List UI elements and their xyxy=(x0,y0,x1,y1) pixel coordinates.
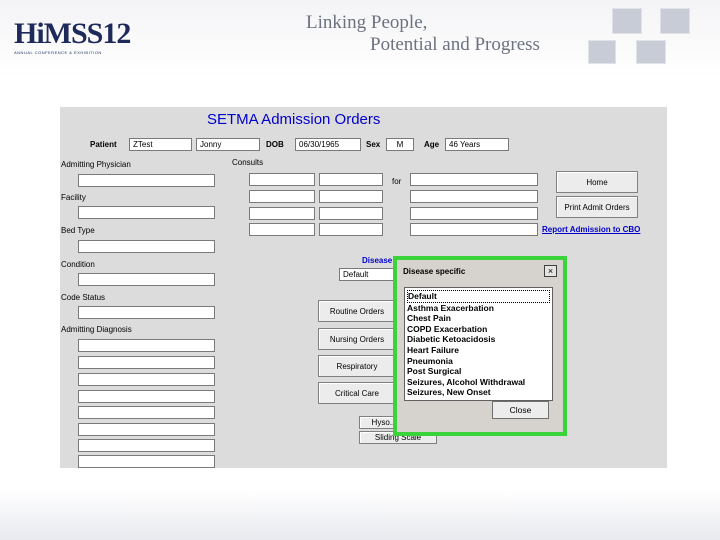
slide-footer xyxy=(0,490,720,540)
list-item[interactable]: Seizures, Alcohol Withdrawal xyxy=(407,377,550,388)
consult-field-6[interactable] xyxy=(319,207,383,220)
consult-field-5[interactable] xyxy=(249,207,315,220)
tagline-line1: Linking People, xyxy=(306,12,428,33)
bed-type-field[interactable] xyxy=(78,240,215,253)
close-button[interactable]: Close xyxy=(492,401,549,419)
list-item[interactable]: Diabetic Ketoacidosis xyxy=(407,334,550,345)
print-admit-orders-button[interactable]: Print Admit Orders xyxy=(556,196,638,218)
consult-field-3[interactable] xyxy=(249,190,315,203)
list-item[interactable]: Seizures, New Onset xyxy=(407,387,550,398)
code-status-label: Code Status xyxy=(61,293,106,302)
admitting-physician-field[interactable] xyxy=(78,174,215,187)
himss-logo: HiMSS12 ANNUAL CONFERENCE & EXHIBITION xyxy=(14,17,131,58)
header-photo-1 xyxy=(612,8,642,34)
disease-list[interactable]: Default Asthma Exacerbation Chest Pain C… xyxy=(404,287,553,401)
list-item[interactable]: Post Surgical xyxy=(407,366,550,377)
respiratory-button[interactable]: Respiratory xyxy=(318,355,396,377)
consult-field-7[interactable] xyxy=(249,223,315,236)
form-title: SETMA Admission Orders xyxy=(207,111,381,128)
header-photo-4 xyxy=(636,40,666,64)
diagnosis-field-2[interactable] xyxy=(78,356,215,369)
diagnosis-field-4[interactable] xyxy=(78,390,215,403)
routine-orders-button[interactable]: Routine Orders xyxy=(318,300,396,322)
disease-specific-dialog: Disease specific × Default Asthma Exacer… xyxy=(393,256,567,436)
diagnosis-field-6[interactable] xyxy=(78,423,215,436)
list-item[interactable]: Heart Failure xyxy=(407,345,550,356)
consult-field-2[interactable] xyxy=(319,173,383,186)
condition-label: Condition xyxy=(61,260,95,269)
list-item[interactable]: COPD Exacerbation xyxy=(407,324,550,335)
critical-care-button[interactable]: Critical Care xyxy=(318,382,396,404)
logo-tagline: ANNUAL CONFERENCE & EXHIBITION xyxy=(14,50,102,55)
dob-field[interactable]: 06/30/1965 xyxy=(295,138,361,151)
condition-field[interactable] xyxy=(78,273,215,286)
diagnosis-field-5[interactable] xyxy=(78,406,215,419)
home-button[interactable]: Home xyxy=(556,171,638,193)
report-admission-link[interactable]: Report Admission to CBO xyxy=(542,225,640,234)
admitting-diagnosis-label: Admitting Diagnosis xyxy=(61,325,132,334)
admission-orders-form: SETMA Admission Orders Patient ZTest Jon… xyxy=(60,107,667,468)
tagline-line2: Potential and Progress xyxy=(370,34,540,55)
age-field[interactable]: 46 Years xyxy=(445,138,509,151)
sex-label: Sex xyxy=(366,140,381,149)
slide-header: HiMSS12 ANNUAL CONFERENCE & EXHIBITION L… xyxy=(0,0,720,78)
consult-for-field-2[interactable] xyxy=(410,190,538,203)
for-label: for xyxy=(392,177,402,186)
logo-text: HiMSS12 xyxy=(14,17,131,50)
dialog-title: Disease specific xyxy=(403,267,466,276)
disease-specific-select[interactable]: Default xyxy=(339,268,399,281)
patient-label: Patient xyxy=(90,140,117,149)
consult-for-field-1[interactable] xyxy=(410,173,538,186)
consult-field-1[interactable] xyxy=(249,173,315,186)
code-status-field[interactable] xyxy=(78,306,215,319)
list-item[interactable]: Asthma Exacerbation xyxy=(407,303,550,314)
admitting-physician-label: Admitting Physician xyxy=(61,160,131,169)
consult-for-field-3[interactable] xyxy=(410,207,538,220)
list-item[interactable]: Default xyxy=(407,290,550,303)
nursing-orders-button[interactable]: Nursing Orders xyxy=(318,328,396,350)
dob-label: DOB xyxy=(266,140,284,149)
patient-last-name-field[interactable]: ZTest xyxy=(129,138,192,151)
header-photo-3 xyxy=(588,40,616,64)
diagnosis-field-8[interactable] xyxy=(78,455,215,468)
diagnosis-field-7[interactable] xyxy=(78,439,215,452)
age-label: Age xyxy=(424,140,440,149)
consults-label: Consults xyxy=(232,158,264,167)
close-icon[interactable]: × xyxy=(544,265,557,277)
facility-field[interactable] xyxy=(78,206,215,219)
header-photo-2 xyxy=(660,8,690,34)
patient-first-name-field[interactable]: Jonny xyxy=(196,138,260,151)
facility-label: Facility xyxy=(61,193,86,202)
list-item[interactable]: Chest Pain xyxy=(407,313,550,324)
diagnosis-field-3[interactable] xyxy=(78,373,215,386)
diagnosis-field-1[interactable] xyxy=(78,339,215,352)
consult-for-field-4[interactable] xyxy=(410,223,538,236)
list-item[interactable]: Pneumonia xyxy=(407,356,550,367)
bed-type-label: Bed Type xyxy=(61,226,95,235)
consult-field-4[interactable] xyxy=(319,190,383,203)
sex-field[interactable]: M xyxy=(386,138,414,151)
consult-field-8[interactable] xyxy=(319,223,383,236)
